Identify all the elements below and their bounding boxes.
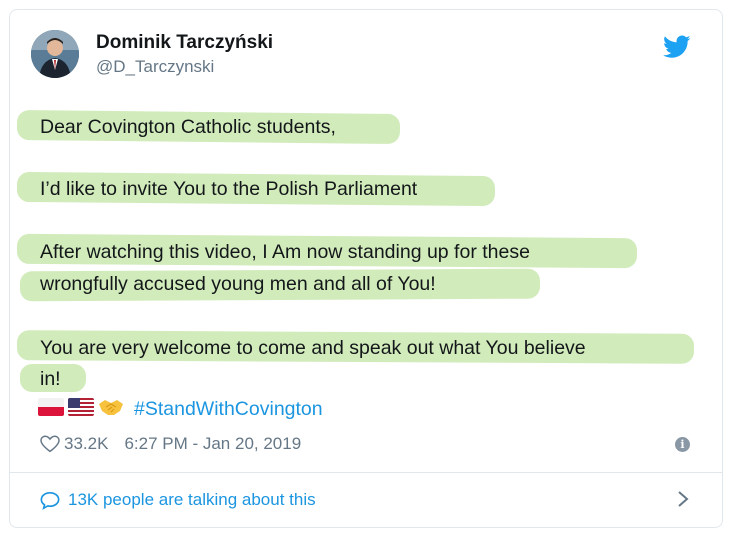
- flag-usa-icon: [68, 398, 94, 416]
- tweet-text-line: wrongfully accused young men and all of …: [40, 273, 436, 295]
- flag-poland-icon: [38, 398, 64, 416]
- handshake-icon: [98, 396, 124, 418]
- conversation-text[interactable]: 13K people are talking about this: [68, 490, 316, 510]
- tweet-text-line: in!: [40, 368, 61, 390]
- tweet-text-line: You are very welcome to come and speak o…: [40, 337, 586, 359]
- author-name[interactable]: Dominik Tarczyński: [96, 32, 273, 54]
- divider: [10, 472, 723, 473]
- avatar[interactable]: [31, 30, 79, 78]
- twitter-bird-icon[interactable]: [663, 35, 691, 59]
- hashtag-link[interactable]: #StandWithCovington: [134, 398, 323, 421]
- tweet-timestamp[interactable]: 6:27 PM - Jan 20, 2019: [124, 434, 301, 454]
- tweet-text-line: After watching this video, I Am now stan…: [40, 241, 530, 263]
- chevron-right-icon[interactable]: [677, 490, 689, 508]
- emoji-row: [38, 394, 124, 420]
- conversation-link[interactable]: 13K people are talking about this: [40, 490, 316, 510]
- speech-bubble-icon: [40, 491, 60, 510]
- info-icon[interactable]: i: [675, 437, 690, 452]
- author-handle[interactable]: @D_Tarczynski: [96, 57, 214, 77]
- heart-icon[interactable]: [40, 435, 60, 453]
- tweet-meta: 33.2K 6:27 PM - Jan 20, 2019: [40, 434, 301, 454]
- tweet-text-line: Dear Covington Catholic students,: [40, 116, 336, 138]
- like-count[interactable]: 33.2K: [64, 434, 108, 454]
- tweet-text-line: I’d like to invite You to the Polish Par…: [40, 178, 418, 200]
